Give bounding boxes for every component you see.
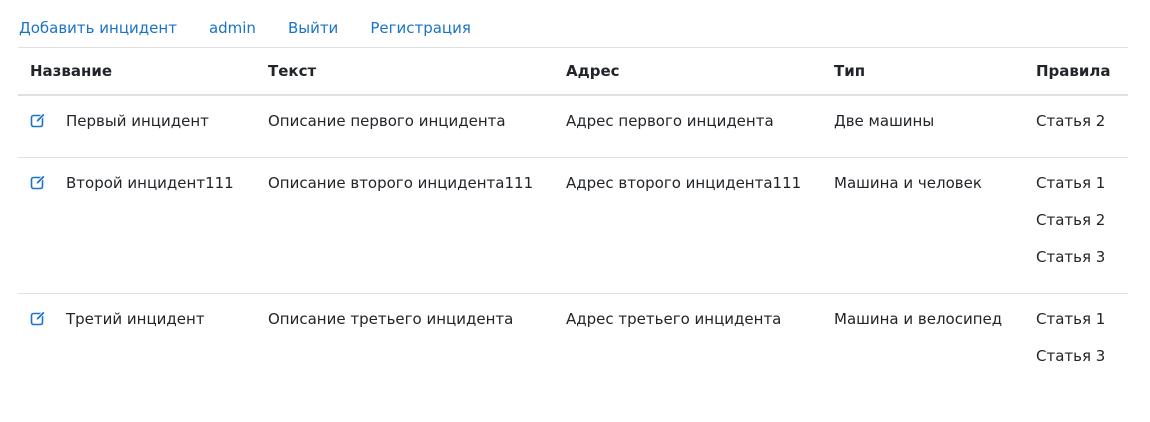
incident-text: Описание третьего инцидента: [268, 310, 514, 328]
table-row: Третий инцидент Описание третьего инциде…: [18, 294, 1128, 393]
cell-rules: Статья 2: [1036, 95, 1128, 158]
cell-text: Описание третьего инцидента: [268, 294, 566, 393]
cell-text: Описание второго инцидента111: [268, 157, 566, 294]
incident-type: Машина и человек: [834, 174, 982, 192]
header-text: Текст: [268, 47, 566, 96]
rule-item: Статья 1: [1036, 310, 1106, 328]
incidents-table-wrapper: Название Текст Адрес Тип Правила Первый …: [18, 47, 1128, 392]
incident-name: Второй инцидент111: [66, 174, 234, 192]
incident-address: Адрес третьего инцидента: [566, 310, 782, 328]
cell-type: Машина и велосипед: [834, 294, 1036, 393]
rule-item: Статья 2: [1036, 112, 1106, 130]
cell-name: Второй инцидент111: [18, 157, 268, 294]
cell-rules: Статья 1 Статья 2 Статья 3: [1036, 157, 1128, 294]
incident-address: Адрес второго инцидента111: [566, 174, 802, 192]
rule-item: Статья 3: [1036, 347, 1106, 365]
cell-address: Адрес третьего инцидента: [566, 294, 834, 393]
incident-type: Машина и велосипед: [834, 310, 1003, 328]
cell-text: Описание первого инцидента: [268, 95, 566, 158]
cell-name: Первый инцидент: [18, 95, 268, 158]
rule-item: Статья 1: [1036, 174, 1106, 192]
add-incident-link[interactable]: Добавить инцидент: [19, 19, 177, 37]
header-rules: Правила: [1036, 47, 1128, 96]
rule-item: Статья 3: [1036, 248, 1106, 266]
header-name: Название: [18, 47, 268, 96]
header-address: Адрес: [566, 47, 834, 96]
cell-address: Адрес первого инцидента: [566, 95, 834, 158]
incident-name: Третий инцидент: [66, 310, 205, 328]
incident-name: Первый инцидент: [66, 112, 209, 130]
cell-rules: Статья 1 Статья 3: [1036, 294, 1128, 393]
header-type: Тип: [834, 47, 1036, 96]
incident-text: Описание второго инцидента111: [268, 174, 534, 192]
incident-type: Две машины: [834, 112, 935, 130]
table-header-row: Название Текст Адрес Тип Правила: [18, 47, 1128, 96]
incident-address: Адрес первого инцидента: [566, 112, 774, 130]
cell-name: Третий инцидент: [18, 294, 268, 393]
edit-icon[interactable]: [30, 310, 46, 326]
cell-address: Адрес второго инцидента111: [566, 157, 834, 294]
register-link[interactable]: Регистрация: [370, 19, 471, 37]
edit-icon[interactable]: [30, 112, 46, 128]
cell-type: Две машины: [834, 95, 1036, 158]
user-link[interactable]: admin: [209, 19, 256, 37]
cell-type: Машина и человек: [834, 157, 1036, 294]
top-nav: Добавить инцидент admin Выйти Регистраци…: [19, 15, 503, 41]
incidents-table: Название Текст Адрес Тип Правила Первый …: [18, 47, 1128, 392]
table-row: Второй инцидент111 Описание второго инци…: [18, 157, 1128, 294]
table-row: Первый инцидент Описание первого инциден…: [18, 95, 1128, 158]
logout-link[interactable]: Выйти: [288, 19, 338, 37]
incident-text: Описание первого инцидента: [268, 112, 506, 130]
edit-icon[interactable]: [30, 174, 46, 190]
rule-item: Статья 2: [1036, 211, 1106, 229]
